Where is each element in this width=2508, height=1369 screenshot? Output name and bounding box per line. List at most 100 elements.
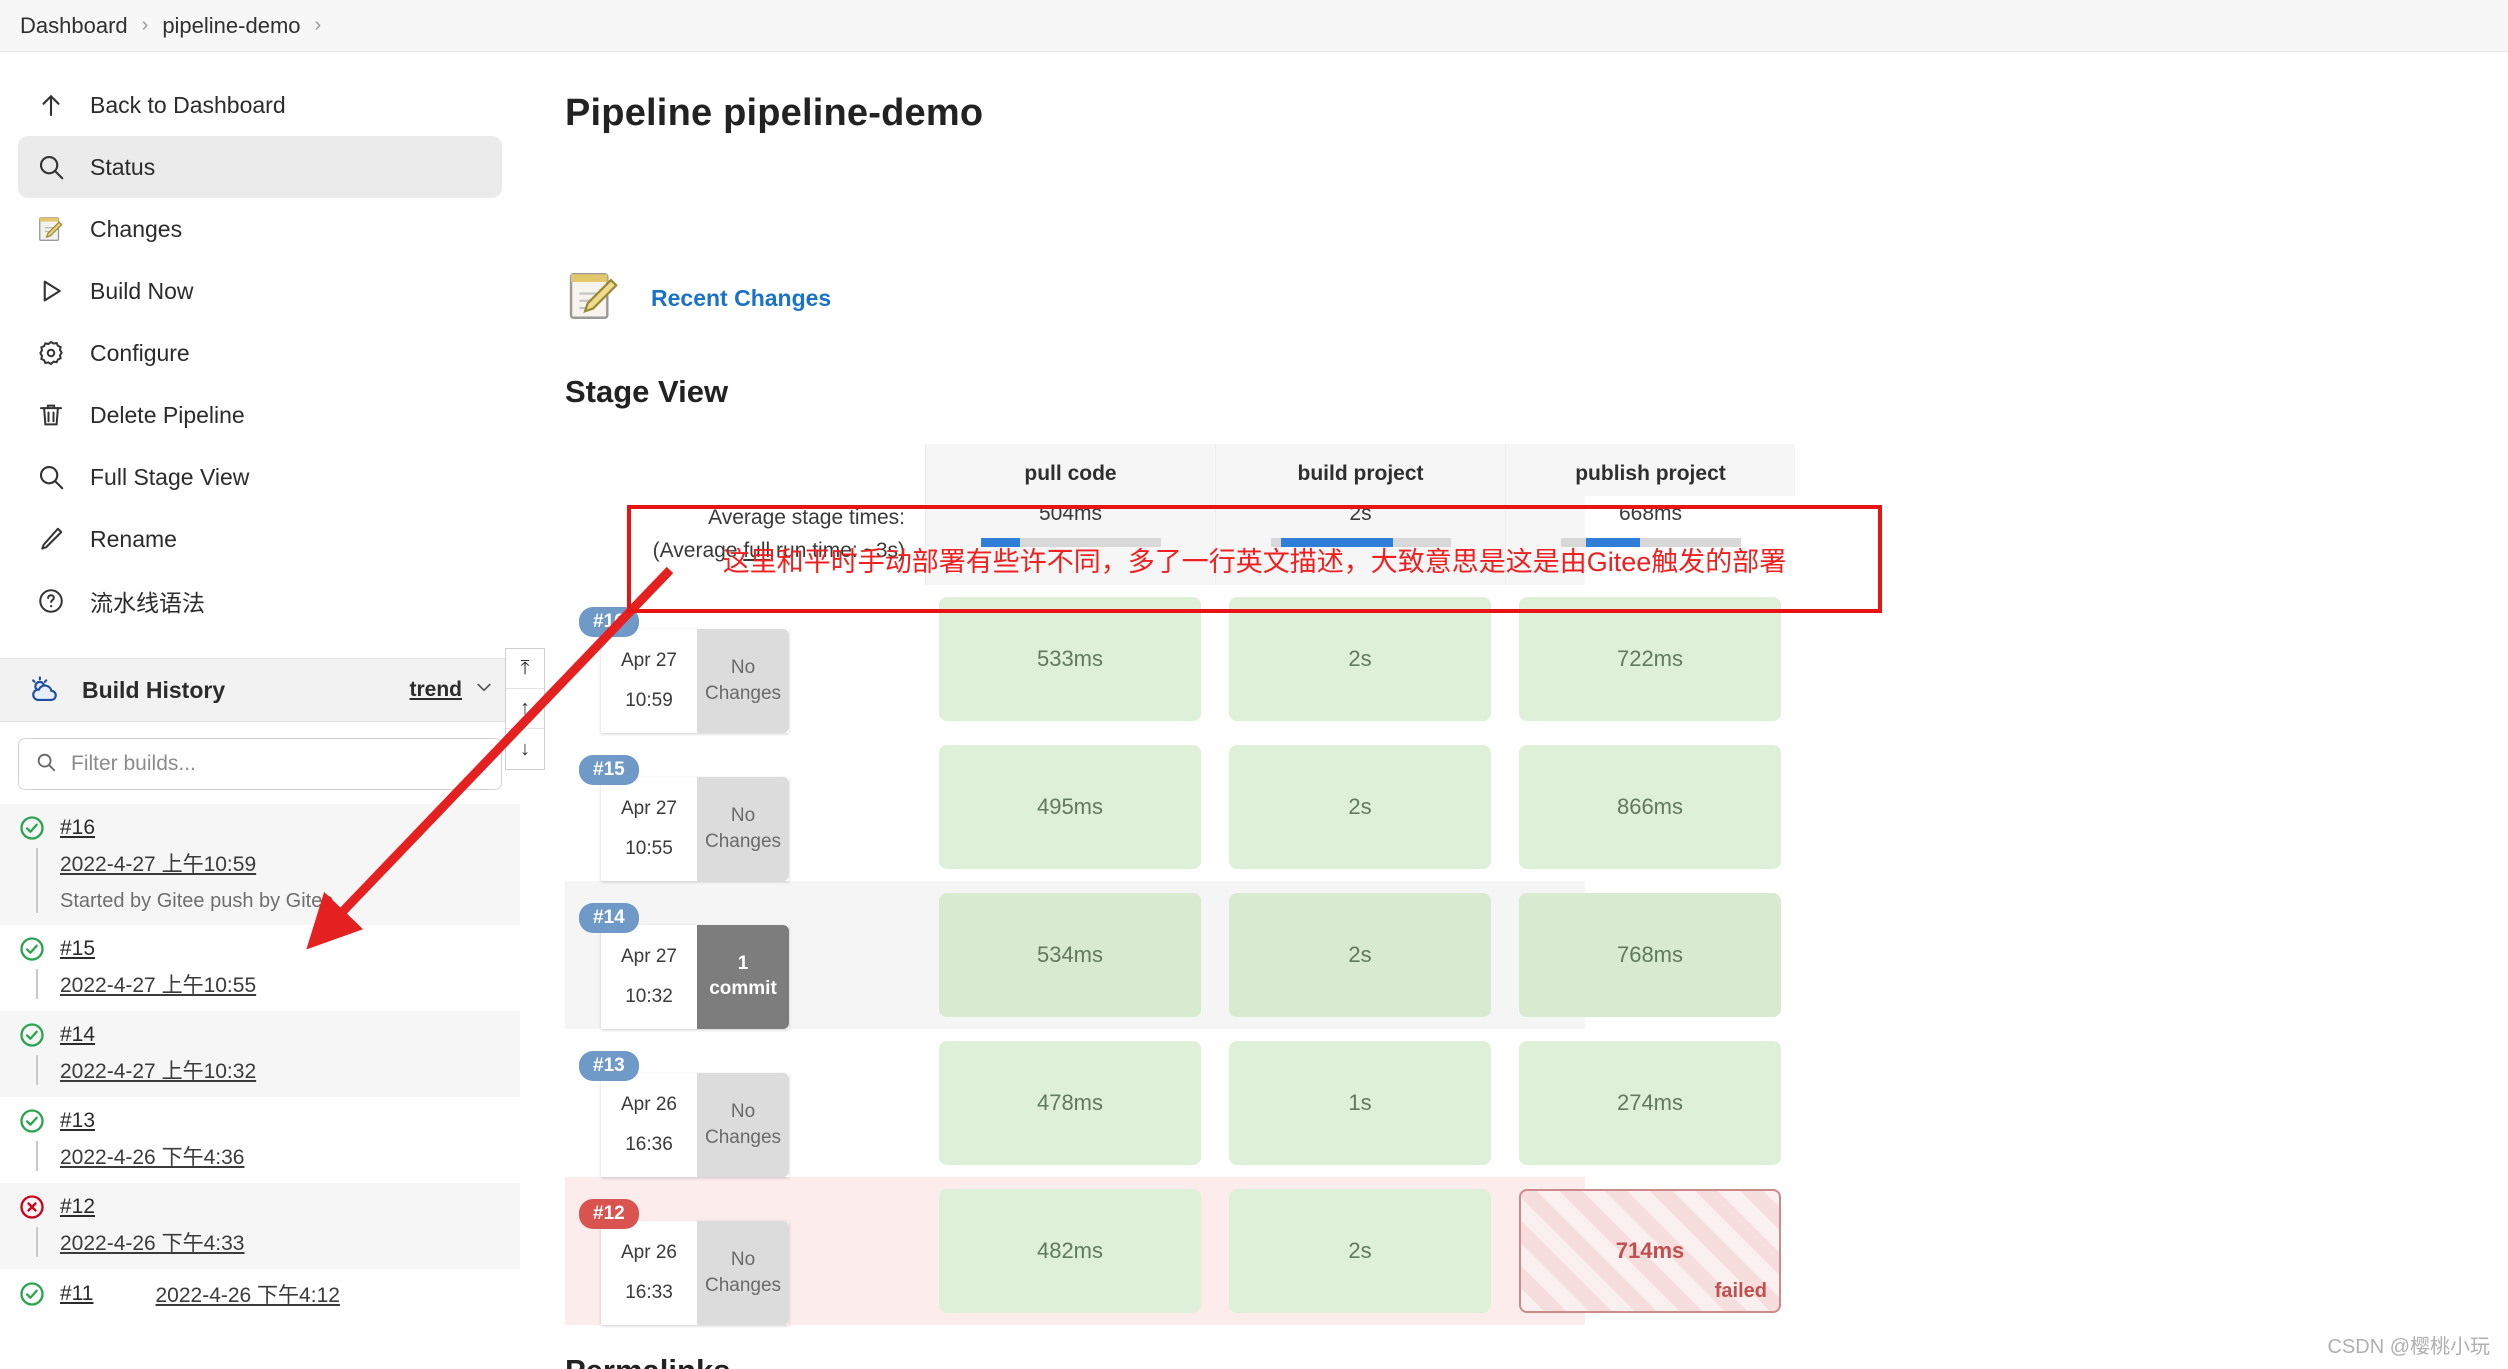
build-changes-badge[interactable]: 1 commit (697, 925, 789, 1029)
stage-cell-failed[interactable]: 714ms failed (1519, 1189, 1781, 1314)
stage-cell[interactable]: 482ms (939, 1189, 1201, 1314)
stage-cell-wrap: 2s (1215, 585, 1505, 733)
build-number-link[interactable]: #13 (60, 1109, 95, 1133)
breadcrumb-item-dashboard[interactable]: Dashboard (20, 13, 128, 39)
build-meta-card: Apr 26 16:33 No Changes (601, 1221, 789, 1325)
table-row[interactable]: #13 Apr 26 16:36 No Changes 478ms 1s 274… (565, 1029, 1781, 1177)
build-changes-badge[interactable]: No Changes (697, 777, 789, 881)
stage-cell[interactable]: 768ms (1519, 893, 1781, 1018)
build-timestamp-link[interactable]: 2022-4-27 上午10:59 (60, 848, 520, 878)
build-meta-card: Apr 27 10:55 No Changes (601, 777, 789, 881)
average-progress-bar (1560, 538, 1741, 547)
stage-cell[interactable]: 495ms (939, 745, 1201, 870)
sidebar-item-pipeline-syntax[interactable]: 流水线语法 (18, 570, 502, 632)
table-row[interactable]: #14 Apr 27 10:32 1 commit 534ms 2s 768ms (565, 881, 1781, 1030)
scroll-up-button[interactable]: ↑ (506, 689, 544, 729)
build-timestamp-link[interactable]: 2022-4-27 上午10:32 (60, 1055, 520, 1085)
build-changes-badge[interactable]: No Changes (697, 629, 789, 733)
build-number-link[interactable]: #15 (60, 937, 95, 961)
sidebar-item-status[interactable]: Status (18, 136, 502, 198)
table-row[interactable]: #15 Apr 27 10:55 No Changes 495ms 2s 866… (565, 733, 1781, 881)
trend-link[interactable]: trend (410, 678, 463, 702)
sidebar-item-configure[interactable]: Configure (18, 322, 502, 384)
watermark: CSDN @樱桃小玩 (2327, 1336, 2490, 1358)
build-timestamp-link[interactable]: 2022-4-26 下午4:33 (60, 1227, 520, 1257)
average-stage-times-row: Average stage times: (Average full run t… (565, 496, 1741, 586)
filter-builds-box[interactable] (18, 738, 502, 790)
scroll-down-button[interactable]: ↓ (506, 729, 544, 769)
stage-view-header-row: pull code build project publish project (565, 444, 1795, 496)
build-timestamp-link[interactable]: 2022-4-26 下午4:36 (60, 1141, 520, 1171)
list-item[interactable]: #13 2022-4-26 下午4:36 (0, 1097, 520, 1183)
table-row[interactable]: #16 Apr 27 10:59 No Changes 533ms 2s 722… (565, 585, 1781, 733)
stage-cell[interactable]: 2s (1229, 893, 1491, 1018)
build-number-link[interactable]: #12 (60, 1195, 95, 1219)
sidebar-item-full-stage-view[interactable]: Full Stage View (18, 446, 502, 508)
stage-cell-wrap: 533ms (925, 585, 1215, 733)
search-input[interactable] (71, 752, 485, 776)
stage-cell-wrap: 495ms (925, 733, 1215, 881)
build-number-badge[interactable]: #13 (579, 1051, 639, 1082)
stage-cell[interactable]: 533ms (939, 597, 1201, 722)
build-cause-text: Started by Gitee push by Gitee (60, 890, 334, 912)
stage-cell[interactable]: 866ms (1519, 745, 1781, 870)
build-date-time: Apr 27 10:59 (601, 629, 697, 733)
status-failure-icon (18, 1193, 46, 1221)
average-time-value: 504ms (1038, 502, 1103, 525)
average-stage-times-label: Average stage times: (Average full run t… (565, 496, 925, 586)
build-number-badge[interactable]: #12 (579, 1199, 639, 1230)
commit-word: commit (709, 977, 777, 999)
stage-cell[interactable]: 2s (1229, 1189, 1491, 1314)
sidebar-item-build-now[interactable]: Build Now (18, 260, 502, 322)
breadcrumb-item-pipeline-demo[interactable]: pipeline-demo (162, 13, 300, 39)
sidebar-item-rename[interactable]: Rename (18, 508, 502, 570)
play-icon (34, 274, 68, 308)
build-history-header: Build History trend (0, 658, 520, 722)
list-item[interactable]: #12 2022-4-26 下午4:33 (0, 1183, 520, 1269)
stage-header-build-project: build project (1215, 444, 1505, 496)
build-number-link[interactable]: #16 (60, 816, 95, 840)
stage-view-scroll-controls[interactable]: ⤒ ↑ ↓ (505, 648, 545, 770)
build-number-link[interactable]: #11 (60, 1282, 93, 1306)
build-timestamp-link[interactable]: 2022-4-27 上午10:55 (60, 969, 520, 999)
list-item[interactable]: #11 2022-4-26 下午4:12 (0, 1269, 520, 1321)
stage-cell[interactable]: 478ms (939, 1041, 1201, 1166)
stage-cell[interactable]: 274ms (1519, 1041, 1781, 1166)
stage-cell-wrap: 2s (1215, 733, 1505, 881)
stage-cell[interactable]: 2s (1229, 597, 1491, 722)
stage-cell[interactable]: 2s (1229, 745, 1491, 870)
build-number-badge[interactable]: #14 (579, 903, 639, 934)
build-changes-badge[interactable]: No Changes (697, 1073, 789, 1177)
stage-cell[interactable]: 1s (1229, 1041, 1491, 1166)
build-number-link[interactable]: #14 (60, 1023, 95, 1047)
list-item[interactable]: #15 2022-4-27 上午10:55 (0, 925, 520, 1011)
build-meta-card: Apr 27 10:32 1 commit (601, 925, 789, 1029)
arrow-up-icon (34, 88, 68, 122)
recent-changes-link[interactable]: Recent Changes (651, 285, 831, 312)
sidebar-item-delete-pipeline[interactable]: Delete Pipeline (18, 384, 502, 446)
average-time-value: 668ms (1618, 502, 1683, 525)
build-changes-badge[interactable]: No Changes (697, 1221, 789, 1325)
average-cell-build-project: 2s (1215, 496, 1505, 586)
build-meta: #12 Apr 26 16:33 No Changes (565, 1177, 925, 1325)
stage-cell[interactable]: 534ms (939, 893, 1201, 1018)
list-item[interactable]: #16 2022-4-27 上午10:59 Started by Gitee p… (0, 804, 520, 925)
average-progress-bar (980, 538, 1161, 547)
stage-cell-wrap: 2s (1215, 881, 1505, 1029)
stage-cell[interactable]: 722ms (1519, 597, 1781, 722)
list-item[interactable]: #14 2022-4-27 上午10:32 (0, 1011, 520, 1097)
scroll-to-top-button[interactable]: ⤒ (506, 649, 544, 689)
sidebar-item-back-to-dashboard[interactable]: Back to Dashboard (18, 74, 502, 136)
sidebar-item-label: 流水线语法 (90, 590, 205, 616)
sidebar-item-label: Back to Dashboard (90, 91, 286, 118)
build-number-badge[interactable]: #16 (579, 607, 639, 638)
sidebar-item-changes[interactable]: Changes (18, 198, 502, 260)
build-timestamp-link[interactable]: 2022-4-26 下午4:12 (155, 1279, 339, 1309)
chevron-down-icon[interactable] (474, 677, 494, 703)
stage-view-title: Stage View (565, 374, 729, 409)
build-date-time: Apr 27 10:55 (601, 777, 697, 881)
build-date-time: Apr 27 10:32 (601, 925, 697, 1029)
stage-cell-wrap: 2s (1215, 1177, 1505, 1325)
table-row[interactable]: #12 Apr 26 16:33 No Changes 482ms 2s 714… (565, 1177, 1781, 1326)
build-number-badge[interactable]: #15 (579, 755, 639, 786)
